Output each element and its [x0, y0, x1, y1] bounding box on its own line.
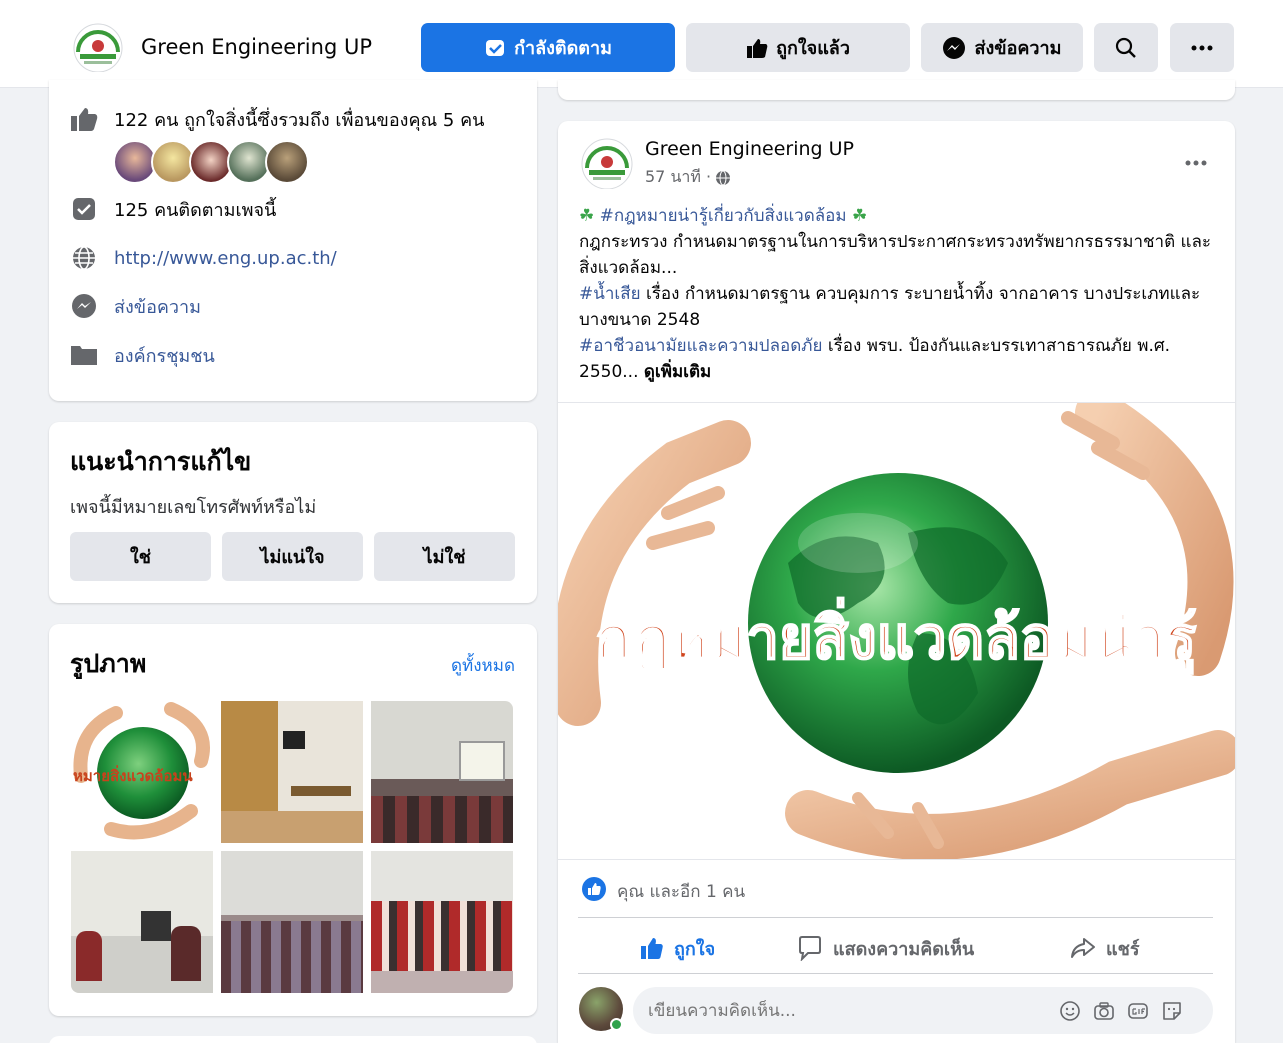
post-line-2: กฎกระทรวง กำหนดมาตรฐานในการบริหารประกาศก… [579, 232, 1212, 278]
comment-composer [579, 987, 1219, 1037]
more-dots-icon [1191, 45, 1213, 50]
reactions-summary[interactable]: คุณ และอีก 1 คน [581, 876, 745, 907]
photo-thumbnail[interactable] [71, 851, 213, 993]
earth-hands-illustration: กฎหมายสิ่งแวดล้อมน่ารู้ [558, 403, 1235, 859]
yes-button[interactable]: ใช่ [70, 532, 211, 581]
globe-icon [69, 243, 99, 273]
see-more-link[interactable]: ดูเพิ่มเติม [644, 362, 711, 382]
website-row: http://www.eng.up.ac.th/ [69, 243, 337, 273]
hashtag-link[interactable]: #กฎหมายน่ารู้เกี่ยวกับสิ่งแวดล้อม [600, 206, 847, 226]
following-button[interactable]: กำลังติดตาม [421, 23, 675, 72]
post-line-1: ☘ #กฎหมายน่ารู้เกี่ยวกับสิ่งแวดล้อม ☘ [579, 203, 1219, 229]
thumbnail-caption: หมายสิ่งแวดล้อมน [73, 765, 193, 785]
divider [578, 973, 1213, 974]
post-meta: 57 นาที · [645, 165, 731, 190]
globe-icon [716, 170, 731, 185]
website-link[interactable]: http://www.eng.up.ac.th/ [114, 248, 337, 269]
share-action-label: แชร์ [1106, 938, 1140, 960]
emoji-icon[interactable] [1059, 1000, 1081, 1022]
more-dots-icon [1185, 160, 1207, 166]
post-image[interactable]: กฎหมายสิ่งแวดล้อมน่ารู้ [558, 402, 1235, 860]
search-icon [1115, 37, 1136, 58]
message-row: ส่งข้อความ [69, 291, 201, 321]
photos-title: รูปภาพ [70, 649, 147, 678]
follow-check-icon [69, 194, 99, 224]
next-card-stub [49, 1036, 537, 1043]
following-check-icon [484, 37, 506, 59]
post-card: Green Engineering UP 57 นาที · ☘ #กฎหมาย… [558, 121, 1235, 1043]
liked-label: ถูกใจแล้ว [776, 38, 850, 59]
liked-button[interactable]: ถูกใจแล้ว [686, 23, 910, 72]
send-message-button[interactable]: ส่งข้อความ [921, 23, 1083, 72]
earth-hands-image: หมายสิ่งแวดล้อมน [73, 702, 210, 840]
like-reaction-icon [581, 876, 607, 907]
like-action-label: ถูกใจ [674, 938, 716, 960]
send-message-link[interactable]: ส่งข้อความ [114, 292, 201, 321]
photo-thumbnail[interactable] [371, 851, 513, 993]
photos-card: รูปภาพ ดูทั้งหมด หมายสิ่งแวดล้อมน [49, 624, 537, 1016]
comment-action-label: แสดงความคิดเห็น [833, 938, 975, 960]
about-card: 122 คน ถูกใจสิ่งนี้ซึ่งรวมถึง เพื่อนของค… [49, 80, 537, 401]
phone-question: เพจนี้มีหมายเลขโทรศัพท์หรือไม่ [70, 497, 317, 518]
send-message-label: ส่งข้อความ [974, 38, 1062, 59]
comment-bubble-icon [797, 935, 823, 961]
reactions-text: คุณ และอีก 1 คน [617, 882, 746, 902]
share-arrow-icon [1070, 936, 1096, 960]
comment-action-button[interactable]: แสดงความคิดเห็น [797, 929, 974, 967]
thumbs-up-icon [69, 104, 99, 134]
messenger-icon [942, 36, 966, 60]
likes-row: 122 คน ถูกใจสิ่งนี้ซึ่งรวมถึง เพื่อนของค… [69, 104, 484, 134]
post-time[interactable]: 57 นาที · [645, 165, 711, 190]
post-line-3-text: เรื่อง กำหนดมาตรฐาน ควบคุมการ ระบายน้ำทิ… [579, 284, 1201, 330]
thumbs-up-icon [640, 936, 664, 960]
photo-thumbnail[interactable] [221, 851, 363, 993]
page-header: Green Engineering UP กำลังติดตาม ถูกใจแล… [0, 0, 1283, 88]
category-row: องค์กรชุมชน [69, 340, 215, 370]
following-label: กำลังติดตาม [514, 38, 612, 59]
category-link[interactable]: องค์กรชุมชน [114, 341, 215, 370]
folder-icon [69, 340, 99, 370]
sticker-icon[interactable] [1161, 1000, 1183, 1022]
post-author-name[interactable]: Green Engineering UP [645, 138, 854, 160]
share-action-button[interactable]: แชร์ [1070, 929, 1140, 967]
photo-thumbnail[interactable] [371, 701, 513, 843]
gif-icon[interactable] [1127, 1000, 1149, 1022]
photo-thumbnail[interactable]: หมายสิ่งแวดล้อมน [71, 701, 213, 843]
likes-count-text: 122 คน ถูกใจสิ่งนี้ซึ่งรวมถึง เพื่อนของค… [114, 109, 485, 131]
post-author-logo-icon[interactable] [579, 137, 635, 189]
online-status-dot [610, 1018, 623, 1031]
friend-avatar[interactable] [265, 140, 309, 184]
suggest-edits-card: แนะนำการแก้ไข เพจนี้มีหมายเลขโทรศัพท์หรื… [49, 422, 537, 603]
search-button[interactable] [1094, 23, 1158, 72]
image-title-text: กฎหมายสิ่งแวดล้อมน่ารู้ [596, 597, 1196, 674]
suggest-edits-title: แนะนำการแก้ไข [70, 447, 252, 476]
like-action-button[interactable]: ถูกใจ [640, 929, 715, 967]
page-logo-icon[interactable] [70, 22, 126, 72]
photo-thumbnail[interactable] [221, 701, 363, 843]
camera-icon[interactable] [1093, 1000, 1115, 1022]
divider [578, 917, 1213, 918]
clover-icon: ☘ [851, 206, 868, 226]
unsure-button[interactable]: ไม่แน่ใจ [222, 532, 363, 581]
post-options-button[interactable] [1185, 147, 1207, 172]
page-name[interactable]: Green Engineering UP [141, 35, 372, 59]
post-line-3: #น้ำเสีย เรื่อง กำหนดมาตรฐาน ควบคุมการ ร… [579, 281, 1219, 333]
previous-post-stub [558, 80, 1235, 100]
followers-count-text: 125 คนติดตามเพจนี้ [114, 199, 277, 221]
more-options-button[interactable] [1170, 23, 1234, 72]
hashtag-link[interactable]: #อาชีวอนามัยและความปลอดภัย [579, 336, 822, 356]
comment-tools [1059, 1000, 1183, 1022]
messenger-icon [69, 291, 99, 321]
post-line-4: #อาชีวอนามัยและความปลอดภัย เรื่อง พรบ. ป… [579, 333, 1219, 385]
post-body: ☘ #กฎหมายน่ารู้เกี่ยวกับสิ่งแวดล้อม ☘ กฎ… [579, 203, 1219, 385]
see-all-photos-link[interactable]: ดูทั้งหมด [451, 652, 515, 679]
no-button[interactable]: ไม่ใช่ [374, 532, 515, 581]
thumbs-up-icon [746, 37, 768, 59]
hashtag-link[interactable]: #น้ำเสีย [579, 284, 641, 304]
clover-icon: ☘ [579, 206, 595, 226]
followers-row: 125 คนติดตามเพจนี้ [69, 194, 276, 224]
